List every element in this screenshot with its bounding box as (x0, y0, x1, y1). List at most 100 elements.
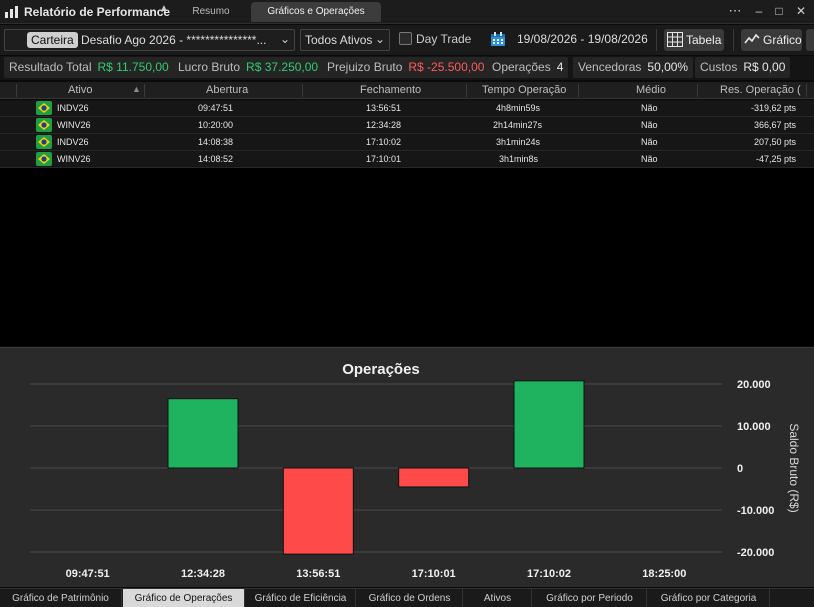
table-view-label: Tabela (686, 33, 722, 47)
y-axis-label: Saldo Bruto (R$) (787, 423, 801, 512)
calendar-icon[interactable] (490, 31, 506, 47)
brazil-flag-icon (36, 135, 52, 149)
chart-bar (398, 467, 470, 488)
assets-dropdown[interactable]: Todos Ativos ⌄ (300, 29, 390, 51)
stats-bar: Resultado Total R$ 11.750,00 Lucro Bruto R… (0, 56, 814, 80)
tab-graficos-operacoes[interactable]: Gráficos e Operações (251, 2, 381, 22)
stat-value: 4 (556, 60, 564, 74)
cell-fechamento: 12:34:28 (366, 120, 402, 130)
cell-tempo: 3h1min8s (499, 154, 539, 164)
table-row[interactable]: INDV26 09:47:51 13:56:51 4h8min59s Não -… (0, 100, 814, 117)
tab-grafico-categoria[interactable]: Gráfico por Categoria (648, 589, 770, 607)
cell-fechamento: 17:10:02 (366, 137, 402, 147)
chart-bar (282, 467, 354, 555)
day-trade-checkbox[interactable] (399, 32, 412, 45)
stat-custos: Custos R$ 0,00 (695, 57, 791, 78)
chart-bar (513, 380, 585, 469)
y-tick-label: 10.000 (737, 421, 771, 433)
close-icon[interactable]: ✕ (792, 3, 810, 19)
operations-chart-panel: Operações 20.000 10.000 0 -10.000 -20.000 Sal… (0, 347, 814, 587)
bottom-tab-bar: Gráfico de Patrimônio Gráfico de Operaçõ… (0, 588, 814, 607)
stat-label: Lucro Bruto (178, 60, 241, 74)
stat-label: Vencedoras (578, 60, 642, 74)
cell-fechamento: 13:56:51 (366, 103, 402, 113)
sort-ascending-icon[interactable]: ▲ (132, 84, 141, 94)
x-tick-label: 13:56:51 (296, 568, 340, 580)
y-tick-label: 20.000 (737, 379, 771, 391)
stat-label: Custos (700, 60, 738, 74)
more-options-icon[interactable]: ⋯ (726, 3, 744, 19)
cell-abertura: 10:20:00 (198, 120, 234, 130)
portfolio-selector[interactable]: Carteira Desafio Ago 2026 - ************… (4, 29, 295, 51)
stat-lucro-bruto: Lucro Bruto R$ 37.250,00 (173, 57, 324, 78)
x-tick-label: 18:25:00 (642, 568, 686, 580)
portfolio-label: Carteira (27, 32, 78, 48)
cell-ativo: WINV26 (57, 120, 91, 130)
column-header-tempo[interactable]: Tempo Operação (482, 84, 566, 96)
cell-resultado: 207,50 pts (753, 137, 796, 147)
cell-ativo: WINV26 (57, 154, 91, 164)
column-divider (466, 84, 467, 97)
cell-medio: Não (641, 120, 658, 130)
column-divider (144, 84, 145, 97)
tab-ativos[interactable]: Ativos (464, 589, 532, 607)
stat-operacoes: Operações 4 (487, 57, 569, 78)
stat-resultado-total: Resultado Total R$ 11.750,00 (4, 57, 174, 78)
assets-value: Todos Ativos (305, 33, 373, 47)
table-row[interactable]: WINV26 10:20:00 12:34:28 2h14min27s Não … (0, 117, 814, 134)
chevron-up-icon[interactable]: ▲ (159, 3, 169, 15)
x-tick-label: 12:34:28 (181, 568, 225, 580)
tab-grafico-periodo[interactable]: Gráfico por Periodo (533, 589, 647, 607)
stat-value: R$ 37.250,00 (246, 60, 319, 74)
line-chart-icon (744, 33, 760, 44)
column-header-ativo[interactable]: Ativo (68, 84, 92, 96)
table-row[interactable]: INDV26 14:08:38 17:10:02 3h1min24s Não 2… (0, 134, 814, 151)
stat-label: Operações (492, 60, 551, 74)
column-divider (578, 84, 579, 97)
divider (656, 29, 657, 51)
stat-value: R$ 0,00 (743, 60, 786, 74)
column-divider (302, 84, 303, 97)
window-title: Relatório de Performance (24, 5, 171, 19)
table-row[interactable]: WINV26 14:08:52 17:10:01 3h1min8s Não -4… (0, 151, 814, 168)
y-tick-label: -10.000 (737, 505, 774, 517)
table-view-button[interactable]: Tabela (664, 29, 724, 51)
chart-view-label: Gráfico (763, 33, 802, 47)
column-divider (697, 84, 698, 97)
cell-ativo: INDV26 (57, 103, 89, 113)
tab-grafico-operacoes[interactable]: Gráfico de Operações (123, 589, 245, 607)
stat-label: Resultado Total (9, 60, 92, 74)
performance-report-icon (5, 6, 18, 18)
toolbar: Carteira Desafio Ago 2026 - ************… (0, 25, 814, 55)
day-trade-label: Day Trade (416, 32, 472, 46)
portfolio-value: Desafio Ago 2026 - ***************... (81, 33, 267, 47)
chart-view-button[interactable]: Gráfico (741, 29, 802, 51)
cell-medio: Não (641, 154, 658, 164)
minimize-icon[interactable]: – (750, 3, 768, 19)
table-icon (667, 32, 683, 47)
title-bar: Relatório de Performance ▲ Resumo Gráfic… (0, 0, 814, 24)
cell-medio: Não (641, 103, 658, 113)
maximize-icon[interactable]: □ (770, 3, 788, 19)
column-header-abertura[interactable]: Abertura (206, 84, 248, 96)
stat-vencedoras: Vencedoras 50,00% (573, 57, 694, 78)
date-range[interactable]: 19/08/2026 - 19/08/2026 (517, 32, 648, 46)
extra-button[interactable] (806, 29, 814, 51)
cell-abertura: 14:08:52 (198, 154, 234, 164)
chart-bar (167, 398, 239, 469)
column-header-fechamento[interactable]: Fechamento (360, 84, 421, 96)
tab-resumo[interactable]: Resumo (176, 2, 246, 22)
x-tick-label: 17:10:01 (412, 568, 456, 580)
stat-value: R$ 11.750,00 (97, 60, 169, 74)
tab-grafico-ordens[interactable]: Gráfico de Ordens (357, 589, 463, 607)
tab-grafico-eficiencia[interactable]: Gráfico de Eficiência (246, 589, 356, 607)
stat-value: 50,00% (647, 60, 689, 74)
cell-abertura: 09:47:51 (198, 103, 234, 113)
app-window: { "window": { "title": "Relatório de Per… (0, 0, 814, 607)
stat-value: R$ -25.500,00 (408, 60, 485, 74)
column-header-medio[interactable]: Médio (636, 84, 666, 96)
chevron-down-icon: ⌄ (279, 32, 290, 46)
cell-ativo: INDV26 (57, 137, 89, 147)
tab-grafico-patrimonio[interactable]: Gráfico de Patrimônio (0, 589, 122, 607)
column-header-resultado[interactable]: Res. Operação ( (720, 84, 801, 96)
